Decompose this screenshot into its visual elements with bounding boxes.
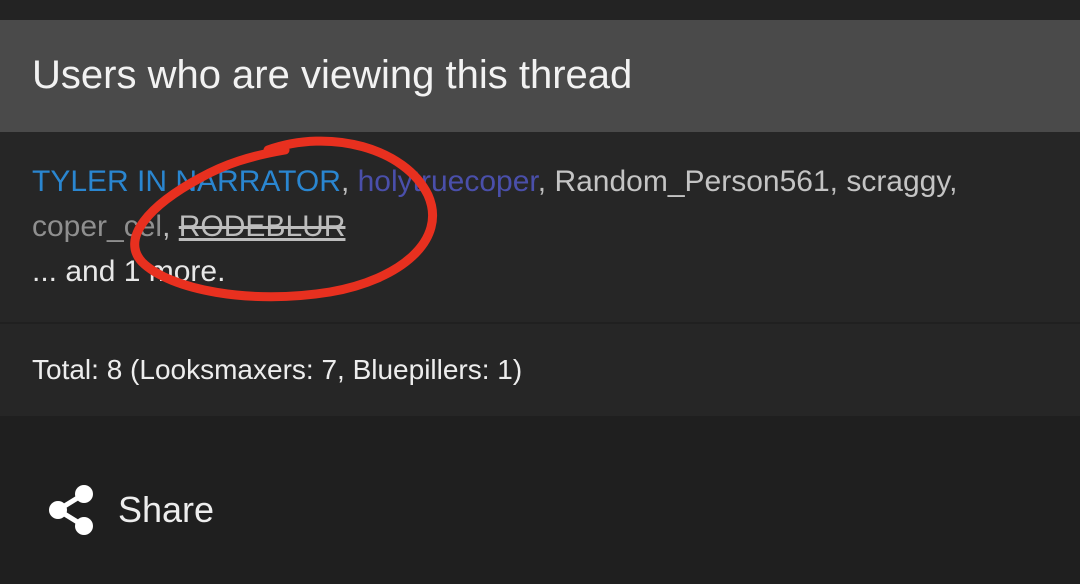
user-link-holytruecoper[interactable]: holytruecoper xyxy=(358,165,538,198)
block-title: Users who are viewing this thread xyxy=(32,53,633,97)
separator: , xyxy=(829,165,838,198)
user-link-rodeblur[interactable]: RODEBLUR xyxy=(179,210,346,243)
user-link-scraggy[interactable]: scraggy xyxy=(846,165,949,198)
users-list: TYLER IN NARRATOR, holytruecoper, Random… xyxy=(32,159,1042,294)
separator: , xyxy=(162,210,171,243)
top-strip xyxy=(0,0,1080,20)
separator: , xyxy=(340,165,350,198)
share-button[interactable]: Share xyxy=(46,480,214,540)
screen: Users who are viewing this thread TYLER … xyxy=(0,0,1080,584)
user-link-coper-cel[interactable]: coper_cel xyxy=(32,210,162,243)
more-users-text: ... and 1 more. xyxy=(32,255,226,288)
share-label: Share xyxy=(118,489,215,530)
user-link-random-person561[interactable]: Random_Person561 xyxy=(554,165,829,198)
total-count: Total: 8 (Looksmaxers: 7, Bluepillers: 1… xyxy=(32,354,523,385)
user-link-tyler-in-narrator[interactable]: TYLER IN NARRATOR xyxy=(32,165,341,198)
share-icon xyxy=(46,484,98,536)
separator: , xyxy=(949,165,958,198)
separator: , xyxy=(537,165,547,198)
